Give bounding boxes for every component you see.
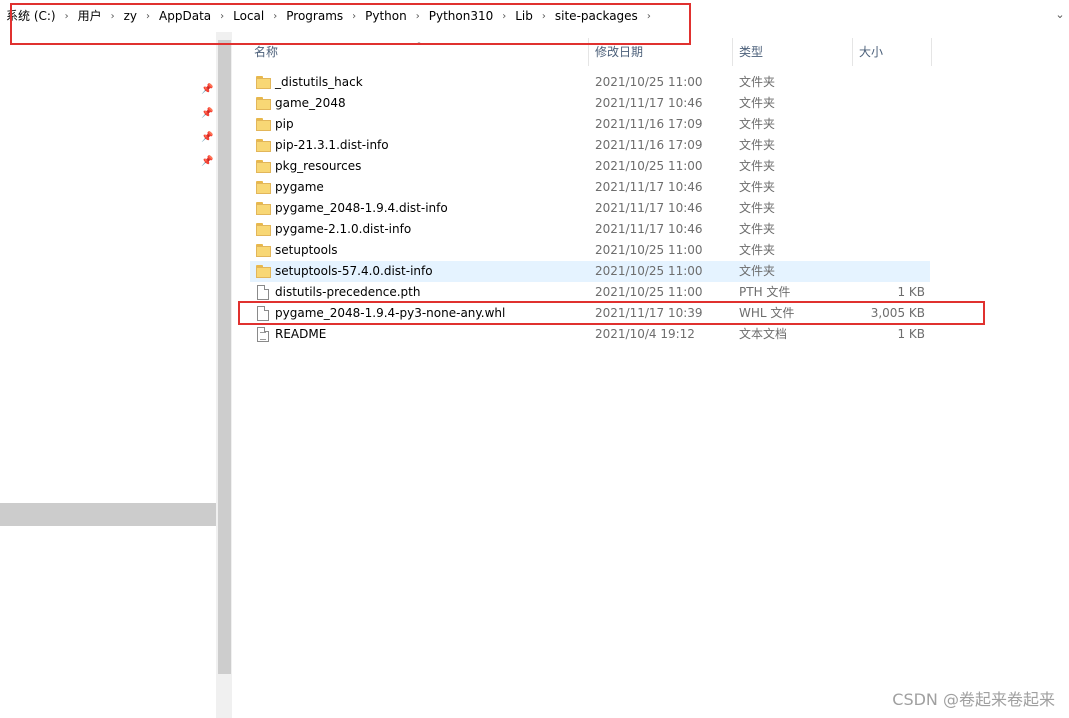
file-type: 文件夹 (739, 180, 776, 194)
folder-icon (256, 75, 272, 90)
file-row[interactable]: _distutils_hack 2021/10/25 11:00 文件夹 (250, 72, 930, 93)
file-type: 文件夹 (739, 96, 776, 110)
pin-icon[interactable]: 📌 (201, 84, 213, 96)
file-type: 文本文档 (739, 327, 788, 341)
folder-icon (256, 243, 272, 258)
file-type: 文件夹 (739, 138, 776, 152)
folder-icon (256, 222, 272, 237)
folder-icon (256, 117, 272, 132)
text-file-icon (257, 327, 269, 342)
nav-selected-item[interactable] (0, 503, 216, 526)
file-name: game_2048 (275, 96, 346, 110)
folder-icon (256, 264, 272, 279)
folder-icon (256, 138, 272, 153)
folder-icon (256, 159, 272, 174)
file-row[interactable]: pygame_2048-1.9.4.dist-info 2021/11/17 10… (250, 198, 930, 219)
file-type: 文件夹 (739, 222, 776, 236)
annotation-box-address (10, 3, 691, 45)
file-name: setuptools (275, 243, 338, 257)
file-row[interactable]: pip-21.3.1.dist-info 2021/11/16 17:09 文件夹 (250, 135, 930, 156)
file-name: pygame_2048-1.9.4.dist-info (275, 201, 448, 215)
file-size: 1 KB (897, 327, 925, 341)
file-date: 2021/11/16 17:09 (595, 138, 703, 152)
file-date: 2021/10/25 11:00 (595, 243, 703, 257)
file-date: 2021/11/17 10:46 (595, 180, 703, 194)
file-row[interactable]: README 2021/10/4 19:12 文本文档 1 KB (250, 324, 930, 345)
file-date: 2021/10/25 11:00 (595, 285, 703, 299)
file-name: _distutils_hack (275, 75, 363, 89)
file-date: 2021/10/25 11:00 (595, 159, 703, 173)
watermark: CSDN @卷起来卷起来 (892, 690, 1055, 709)
file-type: 文件夹 (739, 264, 776, 278)
explorer-window: 系统 (C:) › 用户 › zy › AppData › Local › Pr… (0, 0, 1069, 718)
file-date: 2021/11/17 10:46 (595, 96, 703, 110)
file-date: 2021/11/16 17:09 (595, 117, 703, 131)
column-header-name[interactable]: 名称 (254, 42, 278, 62)
file-type: PTH 文件 (739, 285, 791, 299)
file-type: 文件夹 (739, 75, 776, 89)
pin-icon[interactable]: 📌 (201, 108, 213, 120)
column-header-size[interactable]: 大小 (859, 42, 883, 62)
column-divider[interactable] (732, 38, 733, 66)
column-divider[interactable] (931, 38, 932, 66)
file-name: pkg_resources (275, 159, 362, 173)
file-row[interactable]: distutils-precedence.pth 2021/10/25 11:00… (250, 282, 930, 303)
file-date: 2021/10/25 11:00 (595, 264, 703, 278)
file-name: distutils-precedence.pth (275, 285, 421, 299)
file-name: README (275, 327, 327, 341)
pin-icon[interactable]: 📌 (201, 132, 213, 144)
file-size: 1 KB (897, 285, 925, 299)
column-header-type[interactable]: 类型 (739, 42, 763, 62)
column-header-date[interactable]: 修改日期 (595, 42, 643, 62)
file-name: pygame (275, 180, 324, 194)
file-type: 文件夹 (739, 159, 776, 173)
folder-icon (256, 201, 272, 216)
folder-icon (256, 96, 272, 111)
file-row[interactable]: setuptools 2021/10/25 11:00 文件夹 (250, 240, 930, 261)
file-row[interactable]: pygame 2021/11/17 10:46 文件夹 (250, 177, 930, 198)
nav-scrollbar-thumb[interactable] (218, 40, 231, 674)
chevron-down-icon[interactable]: ⌄ (1053, 8, 1067, 22)
file-name: setuptools-57.4.0.dist-info (275, 264, 433, 278)
file-date: 2021/11/17 10:46 (595, 222, 703, 236)
file-date: 2021/10/4 19:12 (595, 327, 695, 341)
file-list-pane: ︿ 名称 修改日期 类型 大小 _distutils_hack 2021/10/2… (232, 32, 1069, 718)
file-name: pip-21.3.1.dist-info (275, 138, 389, 152)
pin-icon[interactable]: 📌 (201, 156, 213, 168)
file-date: 2021/10/25 11:00 (595, 75, 703, 89)
file-icon (257, 285, 269, 300)
column-divider[interactable] (852, 38, 853, 66)
file-date: 2021/11/17 10:46 (595, 201, 703, 215)
file-row[interactable]: game_2048 2021/11/17 10:46 文件夹 (250, 93, 930, 114)
file-row[interactable]: pygame-2.1.0.dist-info 2021/11/17 10:46 文件… (250, 219, 930, 240)
file-type: 文件夹 (739, 243, 776, 257)
file-type: 文件夹 (739, 117, 776, 131)
file-name: pygame-2.1.0.dist-info (275, 222, 412, 236)
file-name: pip (275, 117, 294, 131)
navigation-pane: 📌 📌 📌 📌 (0, 32, 216, 718)
file-row[interactable]: pkg_resources 2021/10/25 11:00 文件夹 (250, 156, 930, 177)
file-type: 文件夹 (739, 201, 776, 215)
file-row[interactable]: pip 2021/11/16 17:09 文件夹 (250, 114, 930, 135)
annotation-box-whl-file (238, 301, 985, 325)
file-row[interactable]: setuptools-57.4.0.dist-info 2021/10/25 11… (250, 261, 930, 282)
folder-icon (256, 180, 272, 195)
